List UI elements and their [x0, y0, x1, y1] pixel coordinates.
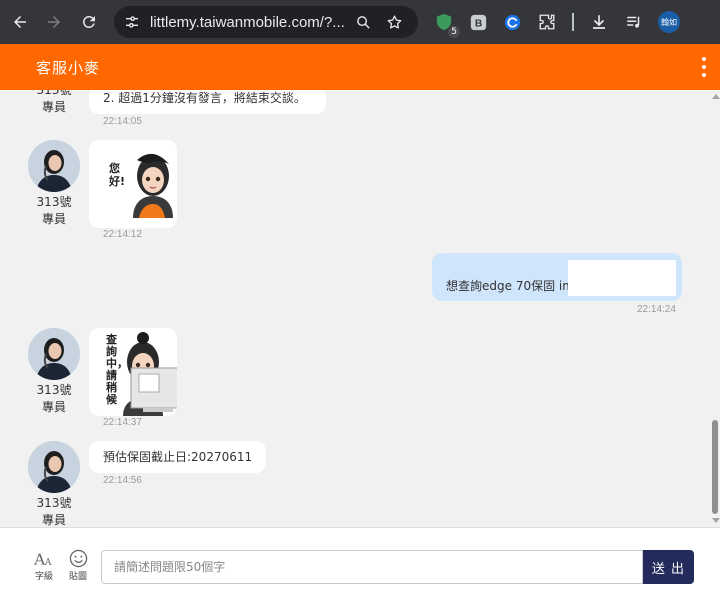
message-text: 預估保固截止日:20270611	[103, 450, 253, 464]
message-timestamp: 22:14:56	[103, 475, 142, 486]
extensions-button[interactable]	[537, 12, 557, 32]
site-info-icon[interactable]	[114, 6, 144, 38]
sticker-greeting: 您好!	[89, 140, 177, 228]
sticker-label: 貼圖	[68, 572, 87, 582]
searching-sticker-image	[89, 328, 177, 416]
scroll-up-arrow-icon[interactable]	[712, 94, 720, 99]
redacted-region	[568, 260, 676, 296]
agent-info: 313號專員	[26, 328, 82, 416]
greeting-sticker-image	[89, 140, 177, 228]
message-timestamp: 22:14:05	[103, 116, 142, 127]
scroll-down-arrow-icon[interactable]	[712, 518, 720, 523]
address-bar[interactable]: littlemy.taiwanmobile.com/?...	[114, 6, 418, 38]
extension-badge: 5	[448, 26, 460, 38]
message-timestamp: 22:14:37	[103, 417, 142, 428]
download-icon	[593, 15, 605, 29]
sticker-button[interactable]: 貼圖	[62, 548, 94, 582]
arrow-right-icon	[48, 16, 60, 28]
message-input[interactable]	[101, 550, 643, 584]
agent-name: 313號專員	[36, 90, 72, 114]
scrollbar-thumb[interactable]	[712, 420, 718, 514]
extension-b-button[interactable]: B	[468, 12, 488, 32]
smiley-icon	[62, 548, 94, 568]
agent-name: 313號專員	[36, 383, 72, 414]
profile-avatar[interactable]: 翰如	[658, 11, 680, 33]
font-size-icon: AA	[28, 548, 60, 568]
agent-name: 313號專員	[36, 195, 72, 226]
agent-info: 313號專員	[26, 90, 82, 116]
message-composer: AA 字級 貼圖 送 出	[0, 527, 720, 605]
more-menu-icon[interactable]	[699, 57, 709, 77]
bookmark-star-icon[interactable]	[385, 13, 403, 31]
arrow-left-icon	[14, 16, 26, 28]
sticker-text: 查詢中，請稍候	[106, 333, 128, 406]
agent-message-bubble: 2. 超過1分鐘沒有發言，將結束交談。	[89, 90, 326, 114]
agent-avatar	[28, 140, 80, 192]
message-timestamp: 22:14:12	[103, 229, 142, 240]
chat-area[interactable]: 313號專員 2. 超過1分鐘沒有發言，將結束交談。 22:14:05 313號…	[0, 90, 710, 527]
svg-text:B: B	[474, 18, 481, 29]
send-button[interactable]: 送 出	[643, 550, 694, 584]
font-size-button[interactable]: AA 字級	[28, 548, 60, 582]
chat-scrollbar[interactable]	[710, 90, 720, 527]
agent-info: 313號專員	[26, 441, 82, 527]
agent-avatar	[28, 441, 80, 493]
font-size-label: 字級	[34, 572, 53, 582]
url-text: littlemy.taiwanmobile.com/?...	[150, 13, 345, 31]
reload-icon	[82, 15, 95, 28]
message-timestamp: 22:14:24	[637, 304, 676, 315]
app-title: 客服小麥	[36, 58, 101, 77]
toolbar-separator	[572, 13, 574, 31]
back-button[interactable]	[3, 0, 37, 44]
c-extension-icon	[504, 14, 520, 30]
svg-text:A: A	[44, 558, 52, 567]
b-extension-icon: B	[470, 14, 486, 30]
sticker-searching: 查詢中，請稍候	[89, 328, 177, 416]
sticker-text: 您好!	[109, 162, 126, 188]
agent-avatar	[28, 328, 80, 380]
media-controls-button[interactable]	[624, 12, 644, 32]
reload-button[interactable]	[72, 0, 106, 44]
extension-shield-button[interactable]: 5	[434, 12, 460, 38]
extension-c-button[interactable]	[502, 12, 522, 32]
browser-toolbar: littlemy.taiwanmobile.com/?... 5 B 翰如	[0, 0, 720, 44]
agent-message-bubble: 預估保固截止日:20270611	[89, 441, 267, 473]
playlist-icon	[627, 16, 640, 28]
forward-button[interactable]	[37, 0, 71, 44]
agent-info: 313號專員	[26, 140, 82, 228]
puzzle-icon	[539, 14, 555, 30]
app-header: 客服小麥	[0, 44, 720, 90]
message-text: 想查詢edge 70保固 ime	[446, 279, 582, 293]
zoom-icon[interactable]	[354, 13, 372, 31]
downloads-button[interactable]	[589, 12, 609, 32]
agent-name: 313號專員	[36, 496, 72, 527]
message-text: 2. 超過1分鐘沒有發言，將結束交談。	[103, 91, 306, 105]
